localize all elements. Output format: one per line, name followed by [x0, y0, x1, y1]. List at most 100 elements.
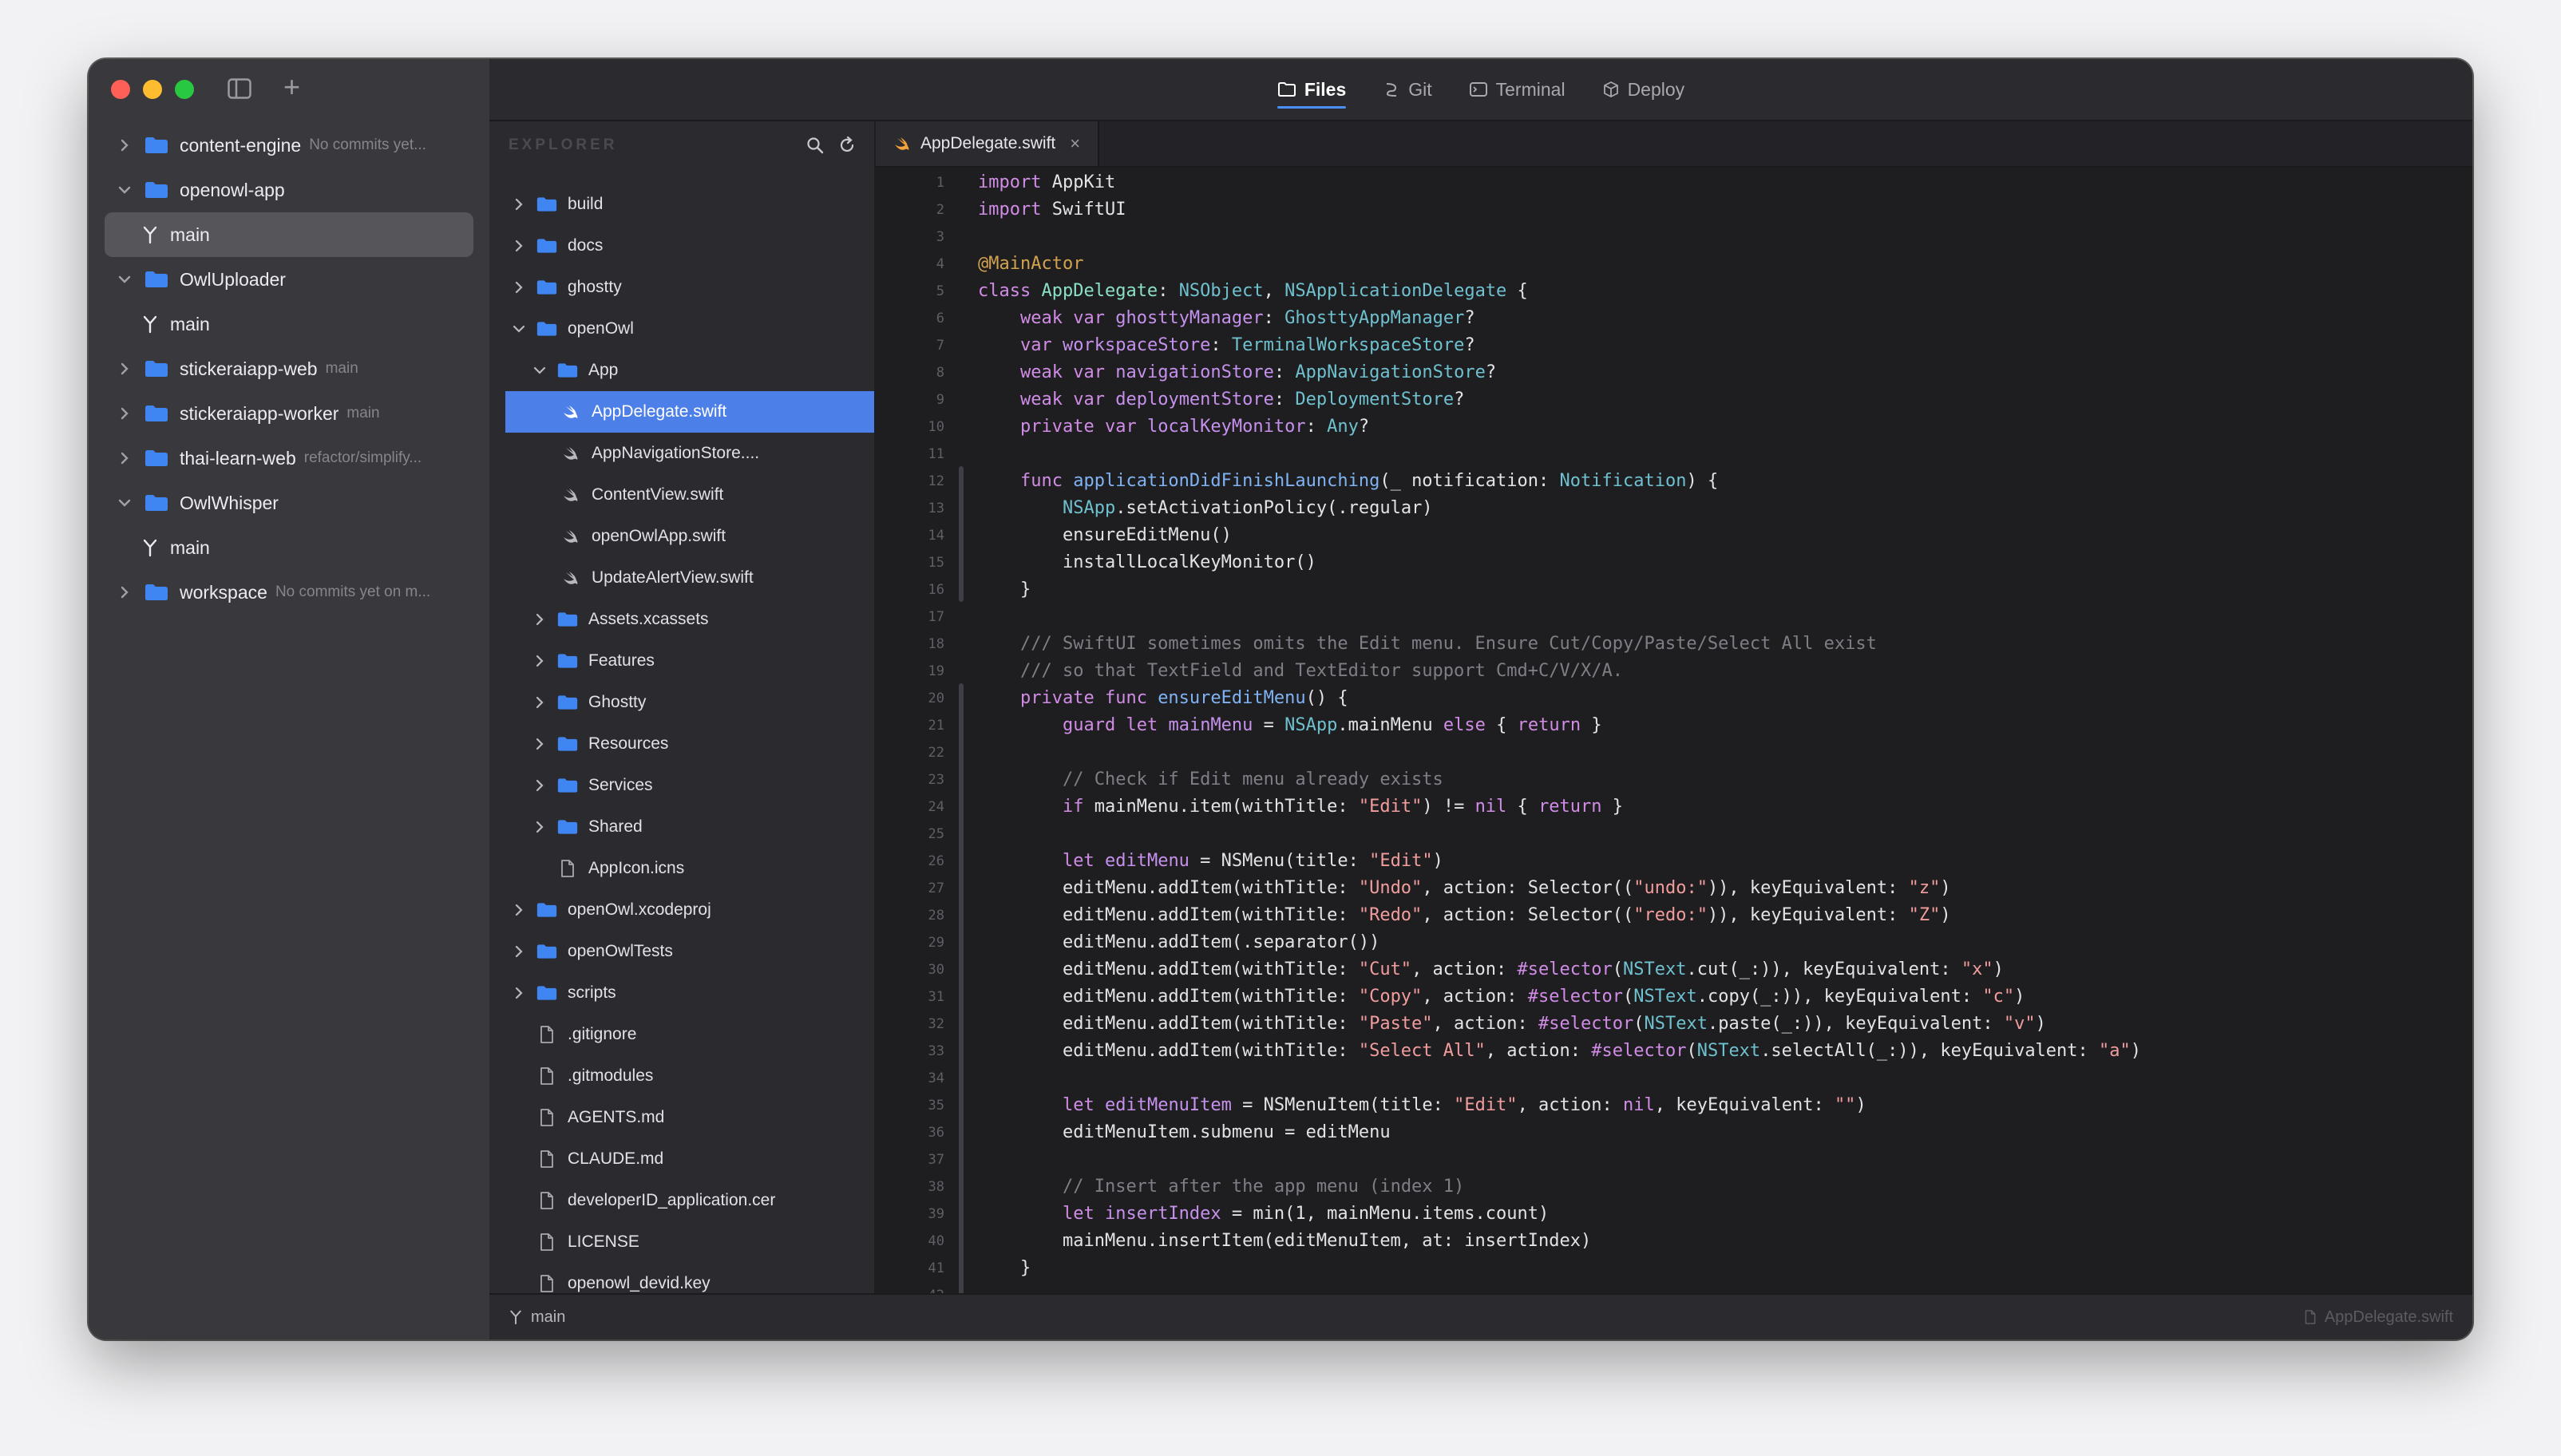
- tree-file[interactable]: ContentView.swift: [489, 474, 874, 516]
- tab-git[interactable]: Git: [1383, 59, 1432, 120]
- code-line[interactable]: let editMenu = NSMenu(title: "Edit"): [978, 848, 2472, 875]
- status-branch[interactable]: main: [509, 1308, 565, 1327]
- chevron-down-icon[interactable]: [512, 322, 526, 336]
- code-line[interactable]: NSApp.setActivationPolicy(.regular): [978, 495, 2472, 522]
- branch-item-selected[interactable]: main: [105, 212, 473, 257]
- code-line[interactable]: editMenuItem.submenu = editMenu: [978, 1119, 2472, 1146]
- close-window-button[interactable]: [111, 80, 130, 99]
- tree-file[interactable]: AppNavigationStore....: [489, 433, 874, 474]
- chevron-right-icon[interactable]: [532, 778, 547, 793]
- code-line[interactable]: mainMenu.insertItem(editMenuItem, at: in…: [978, 1228, 2472, 1255]
- worktree-item[interactable]: thai-learn-web refactor/simplify...: [89, 436, 489, 481]
- code-line[interactable]: editMenu.addItem(withTitle: "Undo", acti…: [978, 875, 2472, 902]
- code-line[interactable]: func applicationDidFinishLaunching(_ not…: [978, 468, 2472, 495]
- chevron-right-icon[interactable]: [512, 986, 526, 1000]
- chevron-right-icon[interactable]: [512, 944, 526, 959]
- tree-file[interactable]: AGENTS.md: [489, 1097, 874, 1138]
- code-line[interactable]: installLocalKeyMonitor(): [978, 549, 2472, 576]
- code-line[interactable]: [978, 224, 2472, 251]
- chevron-right-icon[interactable]: [512, 280, 526, 295]
- tree-folder[interactable]: Resources: [489, 723, 874, 765]
- tree-folder[interactable]: scripts: [489, 972, 874, 1014]
- branch-item[interactable]: main: [89, 302, 489, 346]
- code-line[interactable]: editMenu.addItem(withTitle: "Redo", acti…: [978, 902, 2472, 929]
- tree-file[interactable]: AppIcon.icns: [489, 848, 874, 889]
- chevron-right-icon[interactable]: [532, 737, 547, 751]
- worktree-item[interactable]: OwlWhisper: [89, 481, 489, 525]
- tab-files[interactable]: Files: [1277, 59, 1347, 120]
- chevron-right-icon[interactable]: [117, 138, 132, 152]
- editor-tab-active[interactable]: AppDelegate.swift ×: [876, 121, 1100, 166]
- tree-folder[interactable]: Shared: [489, 806, 874, 848]
- chevron-right-icon[interactable]: [512, 903, 526, 917]
- code-line[interactable]: class AppDelegate: NSObject, NSApplicati…: [978, 278, 2472, 305]
- code-line[interactable]: guard let mainMenu = NSApp.mainMenu else…: [978, 712, 2472, 739]
- code-line[interactable]: [978, 441, 2472, 468]
- chevron-right-icon[interactable]: [532, 612, 547, 627]
- tree-folder[interactable]: openOwlTests: [489, 931, 874, 972]
- chevron-right-icon[interactable]: [117, 406, 132, 421]
- code-line[interactable]: editMenu.addItem(withTitle: "Paste", act…: [978, 1011, 2472, 1038]
- tree-folder[interactable]: openOwl.xcodeproj: [489, 889, 874, 931]
- tab-deploy[interactable]: Deploy: [1602, 59, 1684, 120]
- code-line[interactable]: private var localKeyMonitor: Any?: [978, 413, 2472, 441]
- code-line[interactable]: import AppKit: [978, 169, 2472, 196]
- code-line[interactable]: let editMenuItem = NSMenuItem(title: "Ed…: [978, 1092, 2472, 1119]
- tab-terminal[interactable]: Terminal: [1469, 59, 1565, 120]
- code-line[interactable]: }: [978, 576, 2472, 603]
- code-line[interactable]: /// so that TextField and TextEditor sup…: [978, 658, 2472, 685]
- tree-folder[interactable]: Assets.xcassets: [489, 599, 874, 640]
- zoom-window-button[interactable]: [175, 80, 194, 99]
- code-line[interactable]: import SwiftUI: [978, 196, 2472, 224]
- code-line[interactable]: ensureEditMenu(): [978, 522, 2472, 549]
- chevron-down-icon[interactable]: [117, 183, 132, 197]
- tree-folder[interactable]: ghostty: [489, 267, 874, 308]
- tree-file[interactable]: openOwlApp.swift: [489, 516, 874, 557]
- chevron-down-icon[interactable]: [117, 496, 132, 510]
- worktree-item[interactable]: stickeraiapp-web main: [89, 346, 489, 391]
- tree-file[interactable]: CLAUDE.md: [489, 1138, 874, 1180]
- chevron-right-icon[interactable]: [117, 451, 132, 465]
- chevron-right-icon[interactable]: [117, 362, 132, 376]
- code-line[interactable]: [978, 821, 2472, 848]
- worktree-item[interactable]: OwlUploader: [89, 257, 489, 302]
- sidebar-toggle-icon[interactable]: [228, 78, 251, 99]
- search-icon[interactable]: [806, 136, 825, 155]
- tree-folder[interactable]: docs: [489, 225, 874, 267]
- code-line[interactable]: [978, 603, 2472, 631]
- chevron-right-icon[interactable]: [532, 654, 547, 668]
- code-line[interactable]: editMenu.addItem(withTitle: "Copy", acti…: [978, 983, 2472, 1011]
- tree-folder[interactable]: Services: [489, 765, 874, 806]
- chevron-right-icon[interactable]: [532, 820, 547, 834]
- tree-folder[interactable]: build: [489, 184, 874, 225]
- refresh-icon[interactable]: [837, 136, 857, 155]
- chevron-right-icon[interactable]: [532, 695, 547, 710]
- code-line[interactable]: }: [978, 1255, 2472, 1282]
- code-line[interactable]: editMenu.addItem(.separator()): [978, 929, 2472, 956]
- chevron-right-icon[interactable]: [512, 197, 526, 212]
- chevron-down-icon[interactable]: [532, 363, 547, 378]
- add-worktree-button[interactable]: +: [283, 73, 300, 101]
- tree-file[interactable]: UpdateAlertView.swift: [489, 557, 874, 599]
- code-line[interactable]: [978, 1146, 2472, 1173]
- code-line[interactable]: weak var deploymentStore: DeploymentStor…: [978, 386, 2472, 413]
- code-line[interactable]: editMenu.addItem(withTitle: "Cut", actio…: [978, 956, 2472, 983]
- code-line[interactable]: [978, 1065, 2472, 1092]
- code-line[interactable]: @MainActor: [978, 251, 2472, 278]
- tree-file[interactable]: LICENSE: [489, 1221, 874, 1263]
- worktree-item[interactable]: stickeraiapp-worker main: [89, 391, 489, 436]
- close-tab-icon[interactable]: ×: [1070, 133, 1080, 154]
- tree-file[interactable]: .gitmodules: [489, 1055, 874, 1097]
- code-line[interactable]: [978, 1282, 2472, 1293]
- code-line[interactable]: // Insert after the app menu (index 1): [978, 1173, 2472, 1201]
- tree-folder[interactable]: App: [489, 350, 874, 391]
- tree-folder[interactable]: Features: [489, 640, 874, 682]
- code-line[interactable]: let insertIndex = min(1, mainMenu.items.…: [978, 1201, 2472, 1228]
- code-line[interactable]: private func ensureEditMenu() {: [978, 685, 2472, 712]
- code-line[interactable]: /// SwiftUI sometimes omits the Edit men…: [978, 631, 2472, 658]
- code-line[interactable]: editMenu.addItem(withTitle: "Select All"…: [978, 1038, 2472, 1065]
- chevron-right-icon[interactable]: [117, 585, 132, 599]
- tree-folder[interactable]: openOwl: [489, 308, 874, 350]
- code-line[interactable]: var workspaceStore: TerminalWorkspaceSto…: [978, 332, 2472, 359]
- worktree-item[interactable]: content-engine No commits yet...: [89, 123, 489, 168]
